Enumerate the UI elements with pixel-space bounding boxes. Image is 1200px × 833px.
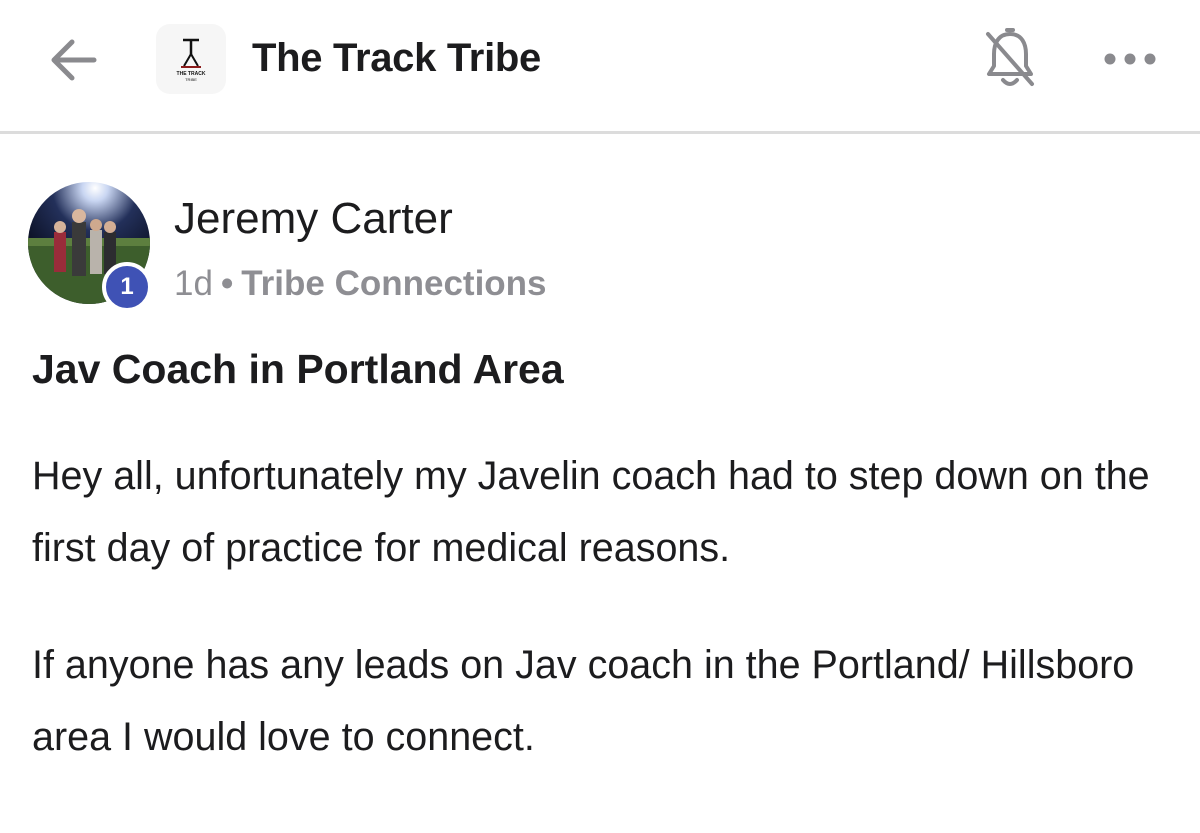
top-bar: THE TRACK TRIBE The Track Tribe [0,0,1200,134]
meta-separator: • [220,264,234,303]
post-body: Hey all, unfortunately my Javelin coach … [32,440,1182,818]
more-options-button[interactable] [1100,44,1160,74]
author-name[interactable]: Jeremy Carter [174,194,453,244]
arrow-left-icon [51,39,97,81]
notifications-button[interactable] [978,26,1042,92]
ellipsis-horizontal-icon [1104,53,1156,65]
post-title: Jav Coach in Portland Area [32,346,564,392]
post-paragraph: If anyone has any leads on Jav coach in … [32,643,1135,759]
svg-text:TRIBE: TRIBE [185,77,197,82]
bell-off-icon [986,28,1034,86]
author-level-badge: 1 [102,262,152,312]
post-meta: 1d • Tribe Connections [174,264,547,304]
group-title[interactable]: The Track Tribe [252,36,541,81]
group-logo[interactable]: THE TRACK TRIBE [156,24,226,94]
post-timestamp: 1d [174,264,213,303]
space-link[interactable]: Tribe Connections [241,264,546,303]
back-button[interactable] [46,34,102,86]
post-paragraph: Hey all, unfortunately my Javelin coach … [32,454,1150,570]
tribe-logo-icon: THE TRACK TRIBE [177,38,206,82]
